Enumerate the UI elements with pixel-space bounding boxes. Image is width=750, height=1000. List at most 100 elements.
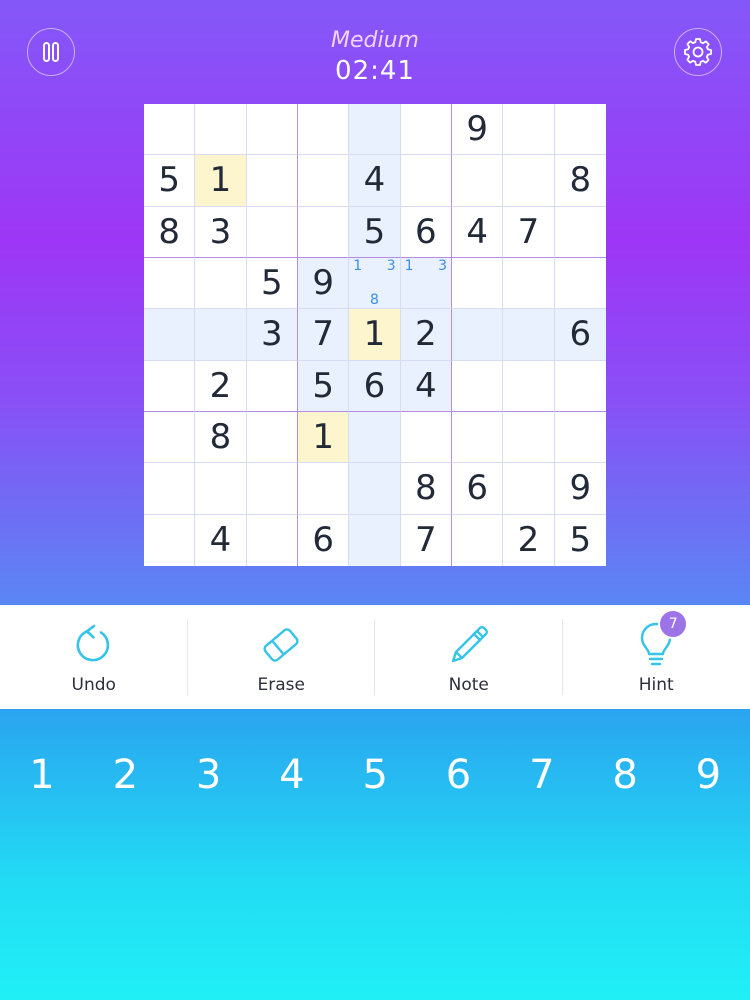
sudoku-cell[interactable] [554,258,606,310]
sudoku-cell[interactable]: 5 [555,515,606,566]
sudoku-cell[interactable] [144,309,196,361]
sudoku-cell[interactable] [400,411,452,464]
sudoku-cell[interactable]: 3 [246,309,298,361]
sudoku-cell[interactable]: 7 [297,309,350,361]
sudoku-cell[interactable] [554,104,606,156]
sudoku-cell[interactable]: 8 [554,155,606,207]
sudoku-cell[interactable] [246,206,298,258]
sudoku-cell[interactable] [195,309,247,361]
sudoku-cell[interactable]: 9 [297,257,350,310]
sudoku-cell[interactable] [452,514,504,566]
sudoku-cell[interactable] [400,155,452,207]
sudoku-cell[interactable] [246,104,298,156]
sudoku-cell[interactable]: 2 [400,309,452,361]
sudoku-cell[interactable] [144,257,196,310]
sudoku-cell[interactable] [503,257,555,310]
hint-label: Hint [638,675,674,695]
sudoku-cell[interactable] [451,411,504,464]
sudoku-cell[interactable] [554,361,606,412]
number-button-7[interactable]: 7 [512,740,572,810]
sudoku-cell[interactable] [503,104,555,156]
sudoku-cell[interactable] [349,411,401,464]
hint-button[interactable]: 7 Hint [563,605,750,709]
note-digit [434,292,451,309]
sudoku-cell[interactable]: 1 [297,411,350,464]
sudoku-cell[interactable]: 1 [195,155,247,207]
sudoku-cell[interactable] [349,463,401,515]
number-button-4[interactable]: 4 [262,740,322,810]
note-digit [366,275,383,292]
sudoku-cell[interactable] [195,257,247,310]
sudoku-cell[interactable]: 8 [144,206,196,258]
sudoku-cell[interactable]: 5 [144,155,196,207]
sudoku-cell[interactable] [451,257,504,310]
sudoku-cell[interactable]: 6 [400,206,452,258]
sudoku-cell[interactable] [297,206,350,258]
sudoku-cell[interactable]: 9 [554,463,606,515]
sudoku-cell[interactable] [503,360,555,412]
sudoku-cell[interactable] [246,463,298,515]
sudoku-cell[interactable]: 5 [297,360,350,412]
number-button-9[interactable]: 9 [678,740,738,810]
sudoku-cell[interactable]: 5 [246,257,298,310]
sudoku-cell[interactable] [451,360,504,412]
sudoku-cell[interactable] [246,360,298,412]
sudoku-cell[interactable]: 7 [401,514,452,566]
settings-button[interactable] [674,28,722,76]
sudoku-cell[interactable] [451,155,504,207]
sudoku-cell[interactable]: 6 [298,514,350,566]
sudoku-cell[interactable]: 1 [349,309,401,361]
sudoku-cell[interactable]: 7 [503,206,555,258]
note-digit: 8 [370,291,379,308]
sudoku-cell[interactable] [503,463,555,515]
sudoku-cell[interactable] [503,411,555,464]
sudoku-cell[interactable] [144,411,196,464]
sudoku-cell[interactable] [246,411,298,464]
sudoku-cell[interactable]: 6 [554,309,606,361]
sudoku-cell[interactable] [144,514,196,566]
sudoku-cell[interactable]: 4 [451,206,504,258]
sudoku-cell[interactable] [195,104,247,156]
sudoku-cell[interactable] [349,104,401,156]
sudoku-cell[interactable] [400,104,452,156]
sudoku-cell[interactable]: 3 [195,206,247,258]
number-button-2[interactable]: 2 [95,740,155,810]
sudoku-cell[interactable] [503,155,555,207]
sudoku-cell[interactable]: 4 [195,514,247,566]
sudoku-cell[interactable] [195,463,247,515]
sudoku-cell[interactable]: 2 [195,360,247,412]
undo-button[interactable]: Undo [0,605,188,709]
sudoku-cell[interactable]: 2 [503,514,555,566]
sudoku-cell[interactable]: 6 [451,463,504,515]
number-button-8[interactable]: 8 [595,740,655,810]
sudoku-cell[interactable] [297,104,350,156]
sudoku-cell[interactable] [503,309,555,361]
sudoku-cell[interactable]: 1 38 [349,257,401,310]
sudoku-cell[interactable] [144,463,196,515]
number-button-1[interactable]: 1 [12,740,72,810]
sudoku-cell[interactable] [247,514,298,566]
sudoku-cell[interactable] [349,514,401,566]
sudoku-cell[interactable] [144,360,196,412]
note-button[interactable]: Note [375,605,563,709]
sudoku-cell[interactable] [451,309,504,361]
sudoku-cell[interactable]: 8 [195,411,247,464]
sudoku-cell[interactable] [554,207,606,258]
sudoku-cell[interactable]: 4 [400,360,452,412]
sudoku-cell[interactable]: 9 [451,104,504,156]
sudoku-cell[interactable] [297,463,350,515]
sudoku-cell[interactable] [144,104,196,156]
sudoku-cell[interactable] [246,155,298,207]
sudoku-cell[interactable]: 4 [349,155,401,207]
number-button-3[interactable]: 3 [179,740,239,810]
erase-button[interactable]: Erase [188,605,376,709]
sudoku-cell[interactable]: 8 [400,463,452,515]
number-button-6[interactable]: 6 [429,740,489,810]
sudoku-cell[interactable]: 13 [400,257,452,310]
sudoku-cell[interactable] [297,155,350,207]
number-button-5[interactable]: 5 [345,740,405,810]
sudoku-cell[interactable]: 5 [349,206,401,258]
note-digit [417,275,434,292]
sudoku-cell[interactable]: 6 [349,360,401,412]
sudoku-cell[interactable] [554,412,606,464]
